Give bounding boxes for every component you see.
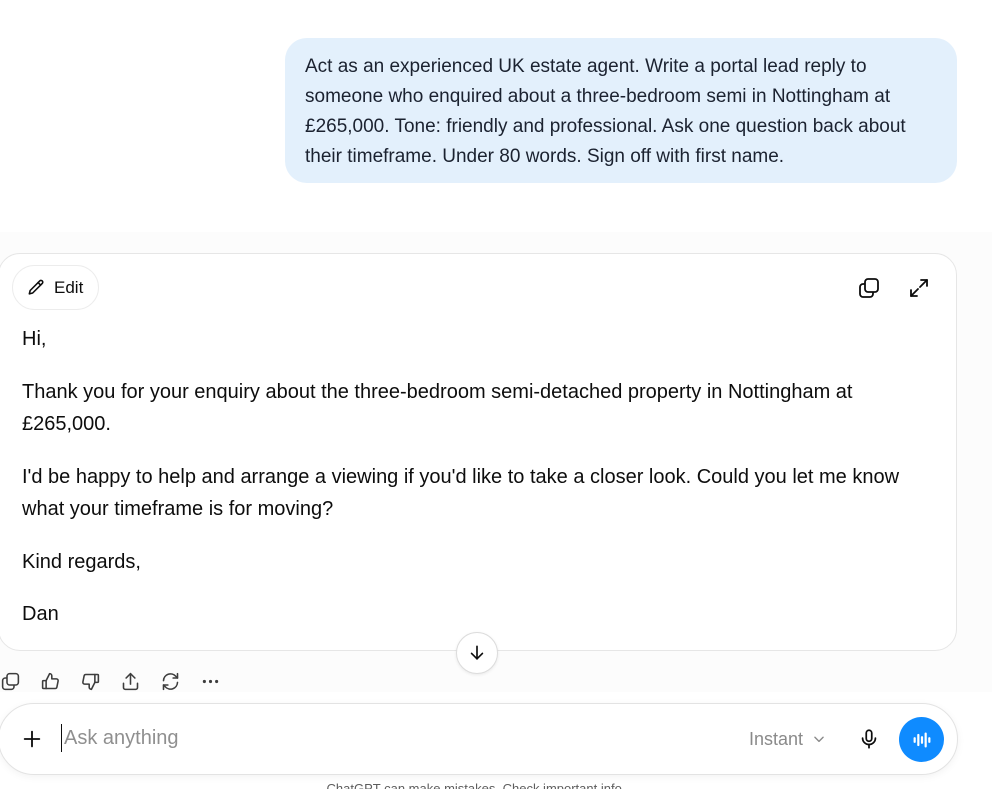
canvas-paragraph: Thank you for your enquiry about the thr… — [22, 381, 853, 435]
dictate-button[interactable] — [857, 727, 881, 751]
chat-page: Act as an experienced UK estate agent. W… — [0, 0, 992, 789]
canvas-greeting: Hi, — [22, 328, 47, 350]
voice-mode-button[interactable] — [899, 717, 944, 762]
copy-icon[interactable] — [0, 669, 22, 693]
plus-icon — [23, 730, 41, 748]
canvas-paragraph: I'd be happy to help and arrange a viewi… — [22, 466, 900, 520]
canvas-signature: Dan — [22, 603, 59, 625]
model-mode-select[interactable]: Instant — [749, 727, 826, 751]
canvas-signoff: Kind regards, — [22, 551, 141, 573]
add-attachment-button[interactable] — [20, 727, 44, 751]
regenerate-icon[interactable] — [158, 669, 182, 693]
canvas-card — [0, 253, 957, 651]
edit-button[interactable]: Edit — [12, 265, 99, 310]
more-icon[interactable] — [198, 669, 222, 693]
chevron-down-icon — [814, 736, 824, 743]
model-mode-label: Instant — [749, 728, 804, 749]
edit-button-label: Edit — [54, 277, 84, 297]
voice-waveform-icon — [913, 731, 930, 748]
prompt-input[interactable] — [61, 724, 701, 752]
thumbs-down-icon[interactable] — [78, 669, 102, 693]
scroll-to-bottom-button[interactable] — [456, 632, 498, 674]
disclaimer-text: ChatGPT can make mistakes. Check importa… — [326, 781, 626, 789]
thumbs-up-icon[interactable] — [38, 669, 62, 693]
share-icon[interactable] — [118, 669, 142, 693]
copy-canvas-icon[interactable] — [855, 274, 883, 302]
user-message-bubble: Act as an experienced UK estate agent. W… — [285, 38, 957, 183]
expand-icon[interactable] — [905, 274, 933, 302]
pencil-icon — [28, 279, 44, 295]
microphone-icon — [861, 729, 877, 749]
user-message-text: Act as an experienced UK estate agent. W… — [305, 56, 906, 167]
arrow-down-icon — [470, 645, 484, 660]
